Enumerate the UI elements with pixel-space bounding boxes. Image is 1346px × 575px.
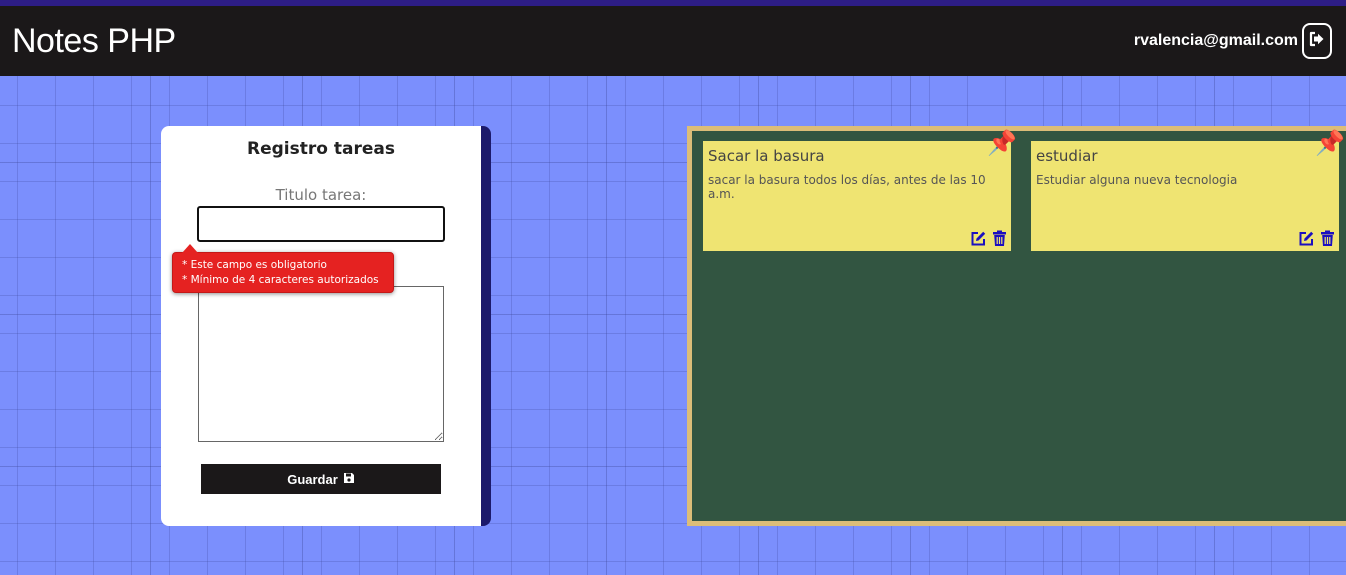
trash-icon[interactable] xyxy=(1319,230,1336,247)
trash-icon[interactable] xyxy=(991,230,1008,247)
note-title: Sacar la basura xyxy=(708,147,825,165)
note-actions xyxy=(970,230,1008,247)
title-label: Titulo tarea: xyxy=(275,186,367,204)
user-area: rvalencia@gmail.com xyxy=(1134,23,1332,59)
edit-icon[interactable] xyxy=(1298,230,1315,247)
validation-tooltip: * Este campo es obligatorio * Mínimo de … xyxy=(172,244,394,293)
note-actions xyxy=(1298,230,1336,247)
title-input[interactable] xyxy=(197,206,445,242)
note-card[interactable]: Sacar la basura sacar la basura todos lo… xyxy=(703,131,1017,251)
sign-out-icon xyxy=(1308,30,1326,52)
floppy-disk-icon xyxy=(343,472,355,487)
user-email: rvalencia@gmail.com xyxy=(1133,32,1298,49)
save-button[interactable]: Guardar xyxy=(201,464,441,494)
pushpin-icon: 📌 xyxy=(987,129,1017,157)
description-textarea[interactable] xyxy=(198,286,444,442)
edit-icon[interactable] xyxy=(970,230,987,247)
tooltip-min-length: * Mínimo de 4 caracteres autorizados xyxy=(182,274,379,286)
note-description: sacar la basura todos los días, antes de… xyxy=(708,173,986,201)
note-card[interactable]: estudiar Estudiar alguna nueva tecnologi… xyxy=(1031,131,1345,251)
tooltip-required: * Este campo es obligatorio xyxy=(182,259,327,271)
logout-button[interactable] xyxy=(1302,23,1332,59)
task-form-card: Registro tareas Titulo tarea: Descripció… xyxy=(161,126,491,526)
note-title: estudiar xyxy=(1036,147,1098,165)
navbar: Notes PHP rvalencia@gmail.com xyxy=(0,6,1346,76)
note-description: Estudiar alguna nueva tecnologia xyxy=(1036,173,1238,187)
save-button-label: Guardar xyxy=(287,471,338,487)
app-title[interactable]: Notes PHP xyxy=(12,22,176,61)
pushpin-icon: 📌 xyxy=(1315,129,1345,157)
form-title: Registro tareas xyxy=(247,139,395,159)
notes-board: Sacar la basura sacar la basura todos lo… xyxy=(687,126,1346,526)
